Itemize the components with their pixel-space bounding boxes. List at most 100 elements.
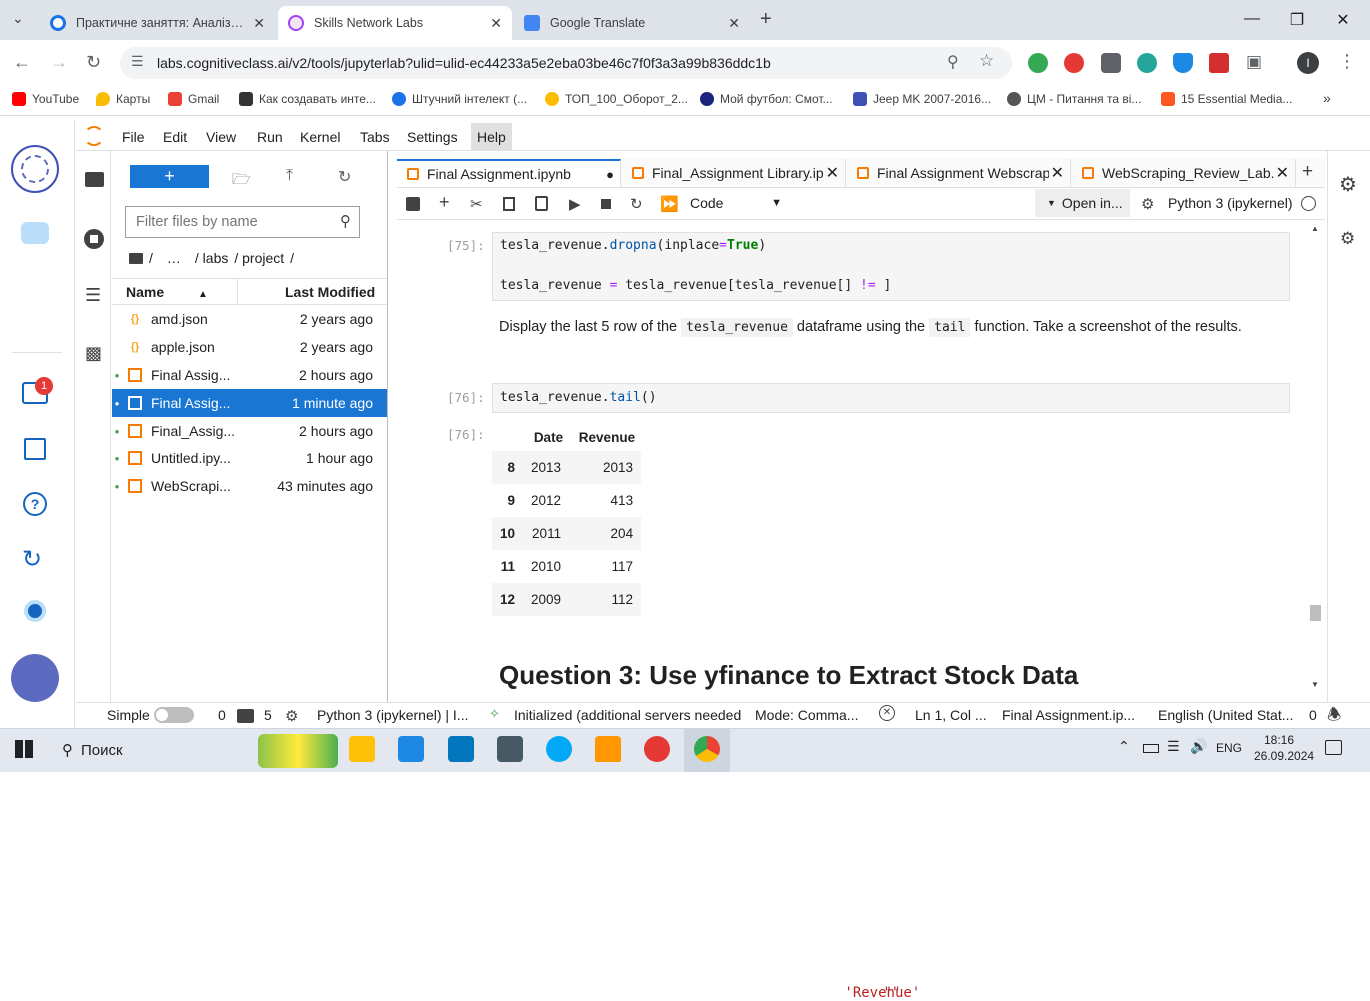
skype-icon[interactable] — [546, 736, 572, 762]
battery-icon[interactable] — [1143, 744, 1159, 753]
file-row-selected[interactable]: ● Final Assig... 1 minute ago — [112, 389, 387, 417]
notebook-scrollbar[interactable]: ▲ ▼ — [1308, 222, 1323, 692]
zoom-icon[interactable]: ⚲ — [947, 52, 959, 72]
file-row[interactable]: ● Final Assig... 2 hours ago — [112, 361, 387, 389]
last-modified-column-header[interactable]: Last Modified — [285, 284, 375, 300]
notebook-tab-final-assignment[interactable]: Final Assignment.ipynb ● — [397, 159, 621, 187]
simple-mode-toggle[interactable] — [154, 707, 194, 723]
browser-tab-coursera[interactable]: Практичне заняття: Аналіз істо ✕ — [40, 6, 275, 40]
bookmark-cm[interactable]: ЦМ - Питання та ві... — [1007, 92, 1141, 106]
notebook-tab-library[interactable]: Final_Assignment Library.ip ✕ — [622, 159, 846, 187]
notebook-tab-webscrap[interactable]: Final Assignment Webscrap ✕ — [847, 159, 1071, 187]
close-tab-icon[interactable]: ✕ — [490, 15, 502, 32]
opera-icon[interactable] — [644, 736, 670, 762]
terminal-count[interactable]: 0 — [218, 707, 226, 723]
close-window-icon[interactable]: ✕ — [1333, 10, 1353, 30]
notification-center-icon[interactable] — [1325, 740, 1342, 755]
browser-tab-google-translate[interactable]: Google Translate ✕ — [514, 6, 750, 40]
menu-help[interactable]: Help — [471, 123, 512, 151]
breadcrumb-project[interactable]: / project — [234, 250, 284, 266]
notebook-tab-webscraping-review[interactable]: WebScraping_Review_Lab.i ✕ — [1072, 159, 1296, 187]
outlook-icon[interactable] — [448, 736, 474, 762]
bookmark-star-icon[interactable]: ☆ — [979, 51, 994, 71]
vlc-icon[interactable] — [595, 736, 621, 762]
folder-icon[interactable] — [85, 172, 104, 187]
running-kernels-icon[interactable] — [84, 229, 104, 249]
windows-start-icon[interactable] — [15, 740, 33, 758]
microsoft-store-icon[interactable] — [398, 736, 424, 762]
menu-settings[interactable]: Settings — [407, 129, 458, 145]
save-icon[interactable] — [406, 197, 420, 211]
breadcrumb-root[interactable]: / — [149, 250, 153, 266]
menu-tabs[interactable]: Tabs — [360, 129, 390, 145]
property-inspector-gear-icon[interactable]: ⚙ — [1339, 172, 1357, 197]
file-row[interactable]: {} apple.json 2 years ago — [112, 333, 387, 361]
copy-icon[interactable] — [503, 197, 515, 211]
volume-icon[interactable]: 🔊 — [1190, 738, 1207, 755]
new-launcher-tab-icon[interactable]: + — [1302, 161, 1313, 183]
calculator-icon[interactable] — [497, 736, 523, 762]
restore-icon[interactable]: ❐ — [1287, 10, 1307, 30]
user-avatar-icon[interactable] — [11, 654, 59, 702]
tray-chevron-icon[interactable]: ⌃ — [1118, 738, 1130, 755]
run-icon[interactable]: ▶ — [569, 195, 581, 213]
file-row[interactable]: ● Final_Assig... 2 hours ago — [112, 417, 387, 445]
skills-network-logo[interactable] — [11, 145, 59, 193]
shield-extension-icon[interactable] — [1173, 53, 1193, 73]
tab-search-button[interactable]: ⌄ — [12, 10, 24, 27]
scroll-thumb[interactable] — [1310, 605, 1321, 621]
url-text[interactable]: labs.cognitiveclass.ai/v2/tools/jupyterl… — [157, 55, 771, 71]
back-icon[interactable]: ← — [13, 52, 31, 73]
name-column-header[interactable]: Name ▲ — [126, 284, 208, 300]
bookmark-youtube[interactable]: YouTube — [12, 92, 79, 106]
news-icon[interactable] — [24, 438, 46, 460]
stop-icon[interactable] — [601, 199, 611, 209]
breadcrumb-folder-icon[interactable] — [129, 252, 143, 264]
bookmark-top100[interactable]: ТОП_100_Оборот_2... — [545, 92, 688, 106]
file-row[interactable]: ● WebScrapi... 43 minutes ago — [112, 472, 387, 500]
bell-icon[interactable]: 🕭 — [1327, 704, 1341, 731]
chat-bot-icon[interactable] — [21, 222, 49, 244]
file-explorer-icon[interactable] — [349, 736, 375, 762]
file-row[interactable]: {} amd.json 2 years ago — [112, 305, 387, 333]
close-tab-icon[interactable]: ✕ — [1051, 163, 1070, 183]
bookmark-maps[interactable]: Карты — [96, 92, 150, 106]
browser-menu-icon[interactable]: ⋮ — [1338, 51, 1356, 72]
no-trust-icon[interactable]: ✕ — [879, 705, 895, 721]
bookmark-ai-ua[interactable]: Штучний інтелект (... — [392, 92, 527, 106]
bookmark-media[interactable]: 15 Essential Media... — [1161, 92, 1292, 106]
browser-tab-skills-network[interactable]: Skills Network Labs ✕ — [278, 6, 512, 40]
notification-count[interactable]: 0 — [1309, 707, 1317, 723]
extension-manager-icon[interactable]: ▩ — [85, 343, 102, 364]
chrome-icon[interactable] — [694, 736, 720, 762]
input-language[interactable]: ENG — [1216, 741, 1242, 755]
insert-cell-icon[interactable]: + — [439, 192, 450, 213]
extensions-puzzle-icon[interactable]: ▣ — [1246, 52, 1262, 72]
breadcrumb-ellipsis[interactable]: … — [167, 250, 181, 266]
bookmark-football[interactable]: Мой футбол: Смот... — [700, 92, 833, 106]
spellcheck-language[interactable]: English (United Stat... — [1158, 707, 1293, 723]
grammar-extension-icon[interactable] — [1137, 53, 1157, 73]
kernel-status[interactable]: Python 3 (ipykernel) | I... — [317, 707, 472, 723]
kernel-name[interactable]: Python 3 (ipykernel) — [1168, 195, 1293, 211]
restart-kernel-icon[interactable]: ↻ — [630, 195, 643, 213]
forward-icon[interactable]: → — [50, 52, 68, 73]
check-extension-icon[interactable] — [1028, 53, 1048, 73]
unsaved-dot-icon[interactable]: ● — [606, 167, 620, 182]
bookmark-ai-course[interactable]: Как создавать инте... — [239, 92, 376, 106]
paste-icon[interactable] — [535, 196, 548, 211]
sync-icon[interactable]: ↻ — [22, 545, 42, 574]
open-in-button[interactable]: ▼ Open in... — [1035, 189, 1130, 217]
menu-kernel[interactable]: Kernel — [300, 129, 340, 145]
new-tab-button[interactable]: + — [760, 8, 772, 31]
lsp-status[interactable]: Initialized (additional servers needed — [514, 707, 747, 723]
file-row[interactable]: ● Untitled.ipy... 1 hour ago — [112, 444, 387, 472]
cell-type-dropdown[interactable]: Code ▼ — [690, 195, 782, 211]
code-cell-76[interactable]: tesla_revenue.tail() — [492, 383, 1290, 413]
kernel-count[interactable]: 5 — [264, 707, 272, 723]
menu-run[interactable]: Run — [257, 129, 283, 145]
wifi-icon[interactable]: ☰ — [1167, 738, 1180, 755]
debugger-bug-icon[interactable]: ⚙ — [1340, 229, 1355, 249]
menu-view[interactable]: View — [206, 129, 236, 145]
close-tab-icon[interactable]: ✕ — [728, 15, 740, 32]
